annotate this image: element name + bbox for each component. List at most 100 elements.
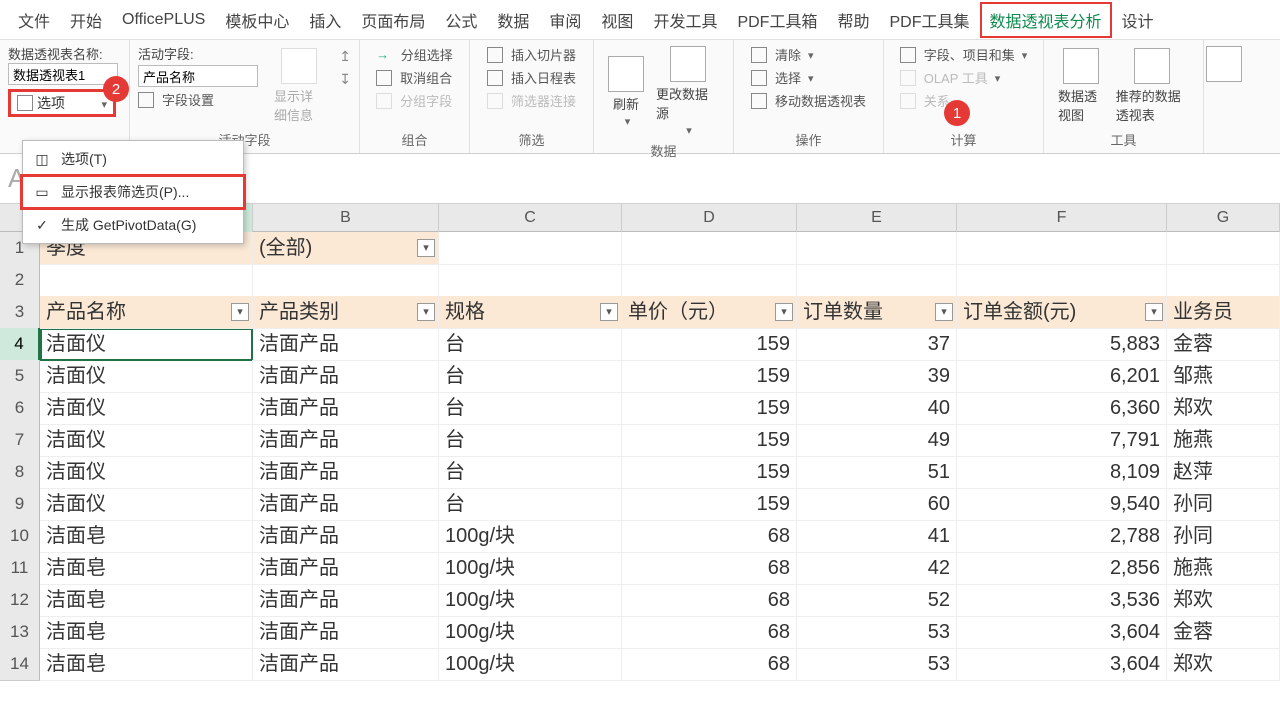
cell[interactable]: 洁面皂 <box>40 616 253 649</box>
cell[interactable]: 53 <box>797 616 957 649</box>
cell[interactable]: 52 <box>797 584 957 617</box>
cell[interactable]: 159 <box>622 424 797 457</box>
col-header[interactable]: G <box>1167 204 1280 234</box>
cell[interactable]: 洁面仪 <box>40 360 253 393</box>
col-header[interactable]: C <box>439 204 622 234</box>
menu-tab[interactable]: 开始 <box>60 2 112 38</box>
row-header[interactable]: 7 <box>0 424 40 457</box>
cell[interactable]: 洁面产品 <box>253 488 439 521</box>
row-header[interactable]: 3 <box>0 296 40 329</box>
insert-slicer-button[interactable]: 插入切片器 <box>487 45 576 64</box>
cell[interactable]: 台 <box>439 424 622 457</box>
cell[interactable]: 洁面产品 <box>253 360 439 393</box>
cell[interactable]: 100g/块 <box>439 648 622 681</box>
cell[interactable]: 洁面皂 <box>40 520 253 553</box>
cell[interactable]: 台 <box>439 456 622 489</box>
menu-tab[interactable]: 文件 <box>8 2 60 38</box>
col-header[interactable]: F <box>957 204 1167 234</box>
cell[interactable]: 39 <box>797 360 957 393</box>
cell[interactable]: 53 <box>797 648 957 681</box>
cell[interactable]: 金蓉 <box>1167 328 1280 361</box>
cell[interactable]: 洁面产品 <box>253 616 439 649</box>
row-header[interactable]: 6 <box>0 392 40 425</box>
row-header[interactable]: 13 <box>0 616 40 649</box>
row-header[interactable]: 12 <box>0 584 40 617</box>
cell[interactable]: 洁面产品 <box>253 328 439 361</box>
menu-tab[interactable]: 公式 <box>435 2 487 38</box>
menu-tab[interactable]: OfficePLUS <box>112 5 215 35</box>
menu-tab[interactable]: 视图 <box>591 2 643 38</box>
cell[interactable]: 68 <box>622 552 797 585</box>
cell[interactable]: 41 <box>797 520 957 553</box>
row-header[interactable]: 9 <box>0 488 40 521</box>
cell[interactable]: 郑欢 <box>1167 648 1280 681</box>
filter-dropdown-icon[interactable]: ▾ <box>775 303 793 321</box>
cell[interactable]: 6,360 <box>957 392 1167 425</box>
cell[interactable]: 郑欢 <box>1167 392 1280 425</box>
cell[interactable]: 台 <box>439 328 622 361</box>
cell[interactable]: 100g/块 <box>439 552 622 585</box>
row-header[interactable]: 8 <box>0 456 40 489</box>
menu-tab[interactable]: 模板中心 <box>215 2 299 38</box>
cell[interactable]: 8,109 <box>957 456 1167 489</box>
pivot-chart-button[interactable]: 数据透视图 <box>1052 44 1110 128</box>
row-header[interactable]: 5 <box>0 360 40 393</box>
drill-up-icon[interactable]: ↥ <box>339 48 351 65</box>
change-datasource-button[interactable]: 更改数据源 <box>650 44 725 139</box>
cell[interactable]: 3,536 <box>957 584 1167 617</box>
col-header[interactable]: E <box>797 204 957 234</box>
cell[interactable]: 7,791 <box>957 424 1167 457</box>
cell[interactable]: 49 <box>797 424 957 457</box>
menu-tab[interactable]: 数据 <box>487 2 539 38</box>
cell[interactable]: 孙同 <box>1167 488 1280 521</box>
cell[interactable]: 68 <box>622 520 797 553</box>
cell[interactable]: 60 <box>797 488 957 521</box>
cell[interactable]: 洁面仪 <box>40 392 253 425</box>
menu-tab[interactable]: 帮助 <box>827 2 879 38</box>
recommended-pivot-button[interactable]: 推荐的数据透视表 <box>1110 44 1195 128</box>
cell[interactable]: 51 <box>797 456 957 489</box>
field-settings-button[interactable]: 字段设置 <box>138 90 258 109</box>
cell[interactable]: 施燕 <box>1167 424 1280 457</box>
drill-down-icon[interactable]: ↧ <box>339 71 351 88</box>
cell[interactable]: 洁面产品 <box>253 520 439 553</box>
cell[interactable]: 洁面皂 <box>40 584 253 617</box>
cell[interactable]: 68 <box>622 616 797 649</box>
cell[interactable]: 洁面仪 <box>40 328 253 361</box>
cell[interactable]: 邹燕 <box>1167 360 1280 393</box>
header-cell[interactable]: 产品类别▾ <box>253 296 439 329</box>
cell[interactable]: 37 <box>797 328 957 361</box>
menu-item-options[interactable]: ◫ 选项(T) <box>23 141 243 177</box>
header-cell[interactable]: 业务员 <box>1167 296 1280 329</box>
header-cell[interactable]: 规格▾ <box>439 296 622 329</box>
header-cell[interactable]: 产品名称▾ <box>40 296 253 329</box>
header-cell[interactable]: 单价（元）▾ <box>622 296 797 329</box>
col-header[interactable]: D <box>622 204 797 234</box>
cell[interactable]: 68 <box>622 648 797 681</box>
cell[interactable]: 洁面仪 <box>40 488 253 521</box>
field-list-button[interactable] <box>1200 44 1248 86</box>
active-field-input[interactable] <box>138 65 258 87</box>
options-button[interactable]: 选项 2 <box>8 89 116 117</box>
filter-dropdown-icon[interactable]: ▾ <box>600 303 618 321</box>
move-pivot-button[interactable]: 移动数据透视表 <box>751 91 866 110</box>
cell[interactable]: 洁面产品 <box>253 552 439 585</box>
menu-item-getpivotdata[interactable]: ✓ 生成 GetPivotData(G) <box>23 207 243 243</box>
menu-tab[interactable]: 页面布局 <box>351 2 435 38</box>
row-header[interactable]: 10 <box>0 520 40 553</box>
menu-tab[interactable]: 开发工具 <box>643 2 727 38</box>
cell[interactable]: 洁面仪 <box>40 456 253 489</box>
cell[interactable]: 洁面产品 <box>253 424 439 457</box>
pivot-name-input[interactable] <box>8 63 118 85</box>
cell[interactable]: 68 <box>622 584 797 617</box>
cell[interactable]: 洁面产品 <box>253 648 439 681</box>
cell[interactable]: 159 <box>622 392 797 425</box>
row-header[interactable]: 14 <box>0 648 40 681</box>
row-header[interactable]: 11 <box>0 552 40 585</box>
menu-tab[interactable]: 审阅 <box>539 2 591 38</box>
filter-value-cell[interactable]: (全部)▾ <box>253 232 439 265</box>
ungroup-button[interactable]: 取消组合 <box>376 68 453 87</box>
cell[interactable]: 3,604 <box>957 616 1167 649</box>
cell[interactable]: 6,201 <box>957 360 1167 393</box>
cell[interactable]: 9,540 <box>957 488 1167 521</box>
